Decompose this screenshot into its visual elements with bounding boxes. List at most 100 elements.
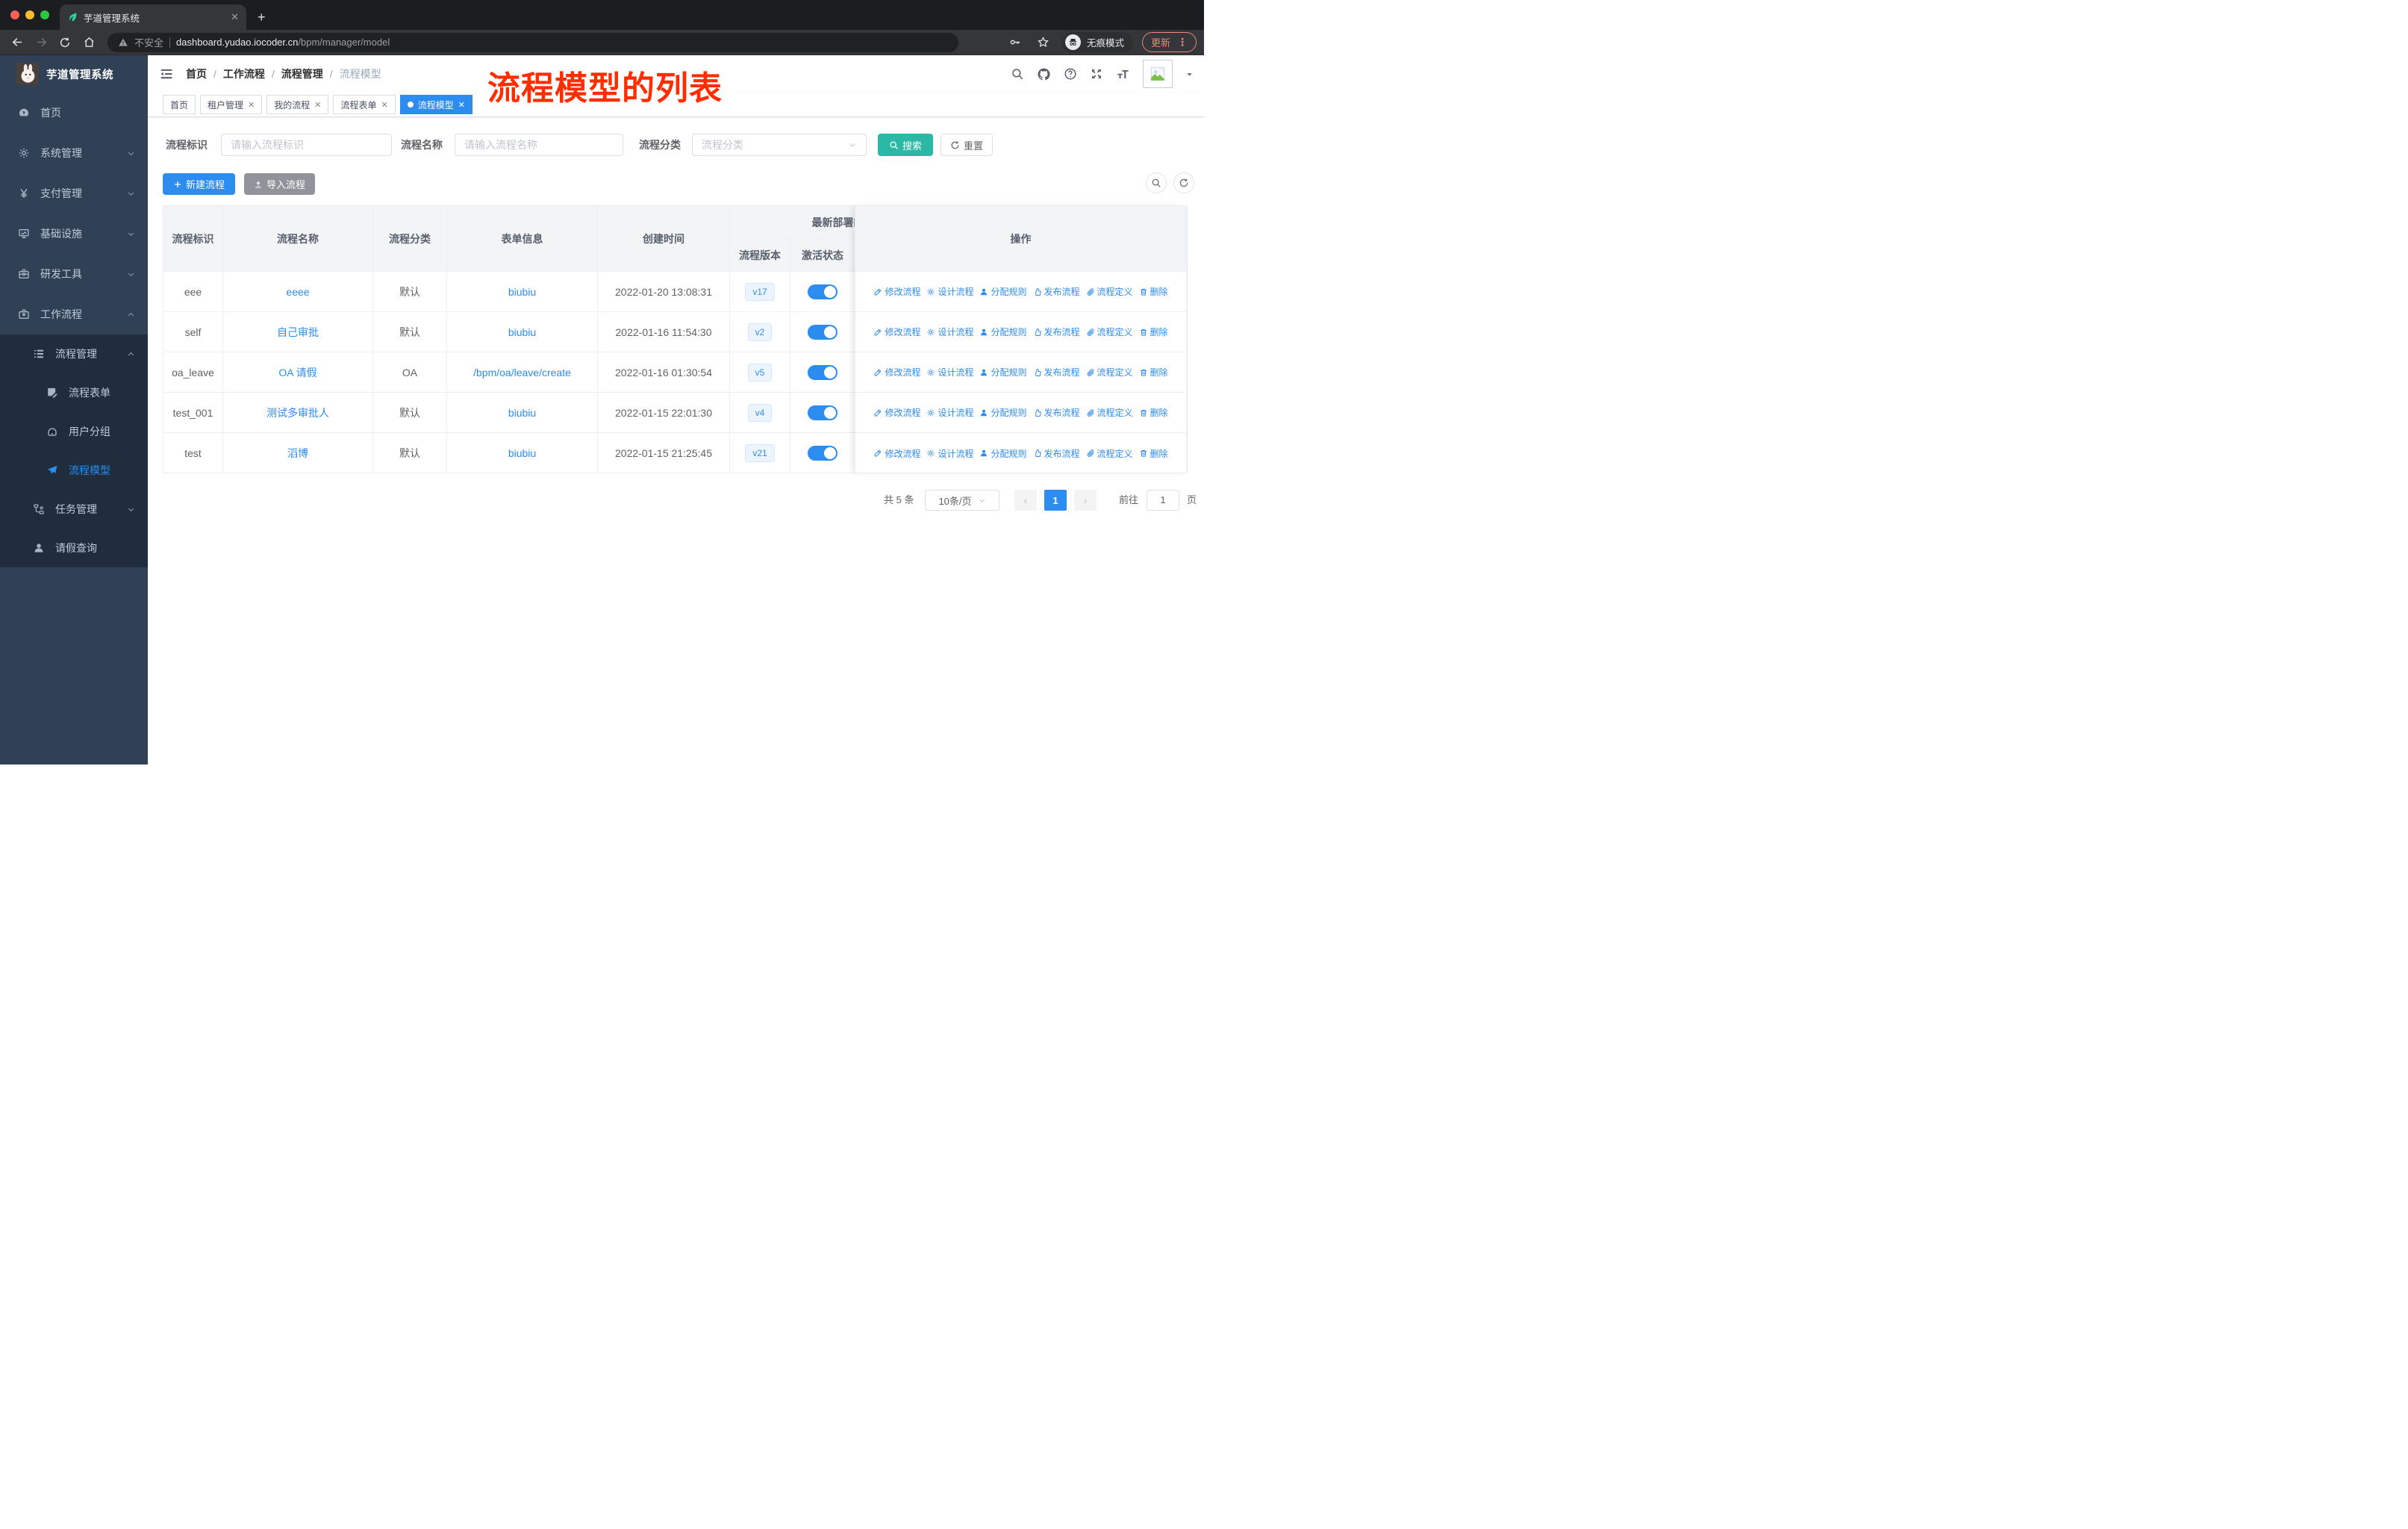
model-name-link[interactable]: 测试多审批人 bbox=[266, 407, 329, 419]
browser-tab[interactable]: 芋道管理系统 ✕ bbox=[60, 4, 246, 30]
bookmark-star-icon[interactable] bbox=[1034, 33, 1053, 52]
window-controls[interactable] bbox=[10, 10, 49, 19]
fullscreen-icon[interactable] bbox=[1090, 67, 1103, 81]
tag-close-icon[interactable]: ✕ bbox=[381, 100, 388, 110]
window-zoom-button[interactable] bbox=[40, 10, 49, 19]
sidebar-item-12[interactable]: 请假查询 bbox=[0, 529, 148, 567]
tag-tab-4[interactable]: 流程表单 ✕ bbox=[333, 95, 396, 114]
sidebar-item-3[interactable]: 支付管理 bbox=[0, 173, 148, 214]
action-publish[interactable]: 发布流程 bbox=[1033, 366, 1080, 379]
filter-key-input[interactable]: 请输入流程标识 bbox=[221, 134, 392, 156]
font-size-icon[interactable] bbox=[1116, 67, 1130, 81]
breadcrumb-process-manage[interactable]: 流程管理 bbox=[281, 66, 323, 81]
model-name-link[interactable]: 滔博 bbox=[287, 447, 308, 459]
action-trash[interactable]: 删除 bbox=[1139, 447, 1168, 460]
action-design[interactable]: 设计流程 bbox=[926, 285, 973, 298]
sidebar-logo[interactable]: 芋道管理系统 bbox=[0, 55, 148, 93]
breadcrumb-home[interactable]: 首页 bbox=[186, 66, 207, 81]
action-trash[interactable]: 删除 bbox=[1139, 285, 1168, 298]
new-tab-button[interactable]: + bbox=[258, 9, 266, 25]
action-design[interactable]: 设计流程 bbox=[926, 447, 973, 460]
toggle-search-button[interactable] bbox=[1146, 172, 1167, 193]
tag-tab-2[interactable]: 租户管理 ✕ bbox=[200, 95, 263, 114]
active-toggle[interactable] bbox=[808, 445, 838, 461]
active-toggle[interactable] bbox=[808, 284, 838, 299]
forward-icon[interactable] bbox=[31, 33, 51, 52]
action-edit[interactable]: 修改流程 bbox=[873, 285, 920, 298]
model-name-link[interactable]: OA 请假 bbox=[278, 367, 316, 379]
header-search-icon[interactable] bbox=[1011, 67, 1024, 81]
action-design[interactable]: 设计流程 bbox=[926, 326, 973, 338]
avatar[interactable] bbox=[1143, 60, 1173, 88]
version-badge[interactable]: v17 bbox=[745, 282, 775, 301]
password-key-icon[interactable] bbox=[1005, 33, 1025, 52]
action-publish[interactable]: 发布流程 bbox=[1033, 406, 1080, 419]
prev-page-button[interactable]: ‹ bbox=[1014, 490, 1037, 511]
tag-close-icon[interactable]: ✕ bbox=[314, 100, 321, 110]
action-definition[interactable]: 流程定义 bbox=[1086, 366, 1133, 379]
active-toggle[interactable] bbox=[808, 324, 838, 340]
action-publish[interactable]: 发布流程 bbox=[1033, 447, 1080, 460]
sidebar-item-2[interactable]: 系统管理 bbox=[0, 133, 148, 173]
version-badge[interactable]: v2 bbox=[747, 323, 773, 341]
sidebar-collapse-icon[interactable] bbox=[159, 66, 174, 81]
breadcrumb-workflow[interactable]: 工作流程 bbox=[223, 66, 265, 81]
search-button[interactable]: 搜索 bbox=[878, 134, 933, 156]
reset-button[interactable]: 重置 bbox=[941, 134, 993, 156]
version-badge[interactable]: v4 bbox=[747, 403, 773, 422]
form-info-link[interactable]: biubiu bbox=[508, 286, 536, 298]
import-model-button[interactable]: 导入流程 bbox=[244, 173, 315, 195]
back-icon[interactable] bbox=[7, 33, 27, 52]
sidebar-item-4[interactable]: 基础设施 bbox=[0, 214, 148, 254]
tag-tab-5[interactable]: 流程模型 ✕ bbox=[399, 95, 472, 114]
window-minimize-button[interactable] bbox=[25, 10, 34, 19]
sidebar-item-7[interactable]: 流程管理 bbox=[0, 334, 148, 373]
version-badge[interactable]: v21 bbox=[745, 443, 775, 462]
window-close-button[interactable] bbox=[10, 10, 19, 19]
action-assign[interactable]: 分配规则 bbox=[979, 406, 1027, 419]
avatar-caret-icon[interactable] bbox=[1185, 70, 1194, 78]
form-info-link[interactable]: /bpm/oa/leave/create bbox=[473, 367, 571, 379]
action-assign[interactable]: 分配规则 bbox=[979, 285, 1027, 298]
filter-category-select[interactable]: 流程分类 bbox=[692, 134, 867, 156]
create-model-button[interactable]: 新建流程 bbox=[163, 173, 235, 195]
version-badge[interactable]: v5 bbox=[747, 363, 773, 382]
action-assign[interactable]: 分配规则 bbox=[979, 366, 1027, 379]
filter-name-input[interactable]: 请输入流程名称 bbox=[455, 134, 623, 156]
reload-icon[interactable] bbox=[55, 33, 75, 52]
form-info-link[interactable]: biubiu bbox=[508, 407, 536, 419]
action-publish[interactable]: 发布流程 bbox=[1033, 326, 1080, 338]
action-trash[interactable]: 删除 bbox=[1139, 406, 1168, 419]
refresh-table-button[interactable] bbox=[1173, 172, 1194, 193]
action-definition[interactable]: 流程定义 bbox=[1086, 447, 1133, 460]
action-assign[interactable]: 分配规则 bbox=[979, 447, 1027, 460]
action-edit[interactable]: 修改流程 bbox=[873, 406, 920, 419]
model-name-link[interactable]: 自己审批 bbox=[277, 326, 319, 338]
tag-close-icon[interactable]: ✕ bbox=[458, 100, 465, 110]
sidebar-item-10[interactable]: 流程模型 bbox=[0, 451, 148, 490]
url-bar[interactable]: 不安全 dashboard.yudao.iocoder.cn/bpm/manag… bbox=[107, 32, 958, 52]
action-trash[interactable]: 删除 bbox=[1139, 366, 1168, 379]
form-info-link[interactable]: biubiu bbox=[508, 447, 536, 459]
sidebar-item-9[interactable]: 用户分组 bbox=[0, 412, 148, 451]
next-page-button[interactable]: › bbox=[1074, 490, 1097, 511]
action-publish[interactable]: 发布流程 bbox=[1033, 285, 1080, 298]
action-assign[interactable]: 分配规则 bbox=[979, 326, 1027, 338]
sidebar-item-8[interactable]: 流程表单 bbox=[0, 373, 148, 412]
home-icon[interactable] bbox=[79, 33, 99, 52]
browser-update-button[interactable]: 更新 ⋮ bbox=[1141, 32, 1197, 52]
action-definition[interactable]: 流程定义 bbox=[1086, 406, 1133, 419]
sidebar-item-5[interactable]: 研发工具 bbox=[0, 254, 148, 294]
tab-close-icon[interactable]: ✕ bbox=[231, 11, 239, 23]
page-size-select[interactable]: 10条/页 bbox=[925, 490, 999, 511]
tag-close-icon[interactable]: ✕ bbox=[248, 100, 255, 110]
browser-menu-icon[interactable]: ⋮ bbox=[1177, 36, 1188, 49]
github-icon[interactable] bbox=[1037, 67, 1051, 81]
action-design[interactable]: 设计流程 bbox=[926, 366, 973, 379]
current-page-button[interactable]: 1 bbox=[1044, 490, 1067, 511]
active-toggle[interactable] bbox=[808, 405, 838, 420]
action-trash[interactable]: 删除 bbox=[1139, 326, 1168, 338]
action-edit[interactable]: 修改流程 bbox=[873, 447, 920, 460]
goto-page-input[interactable]: 1 bbox=[1147, 490, 1179, 511]
model-name-link[interactable]: eeee bbox=[286, 286, 309, 298]
